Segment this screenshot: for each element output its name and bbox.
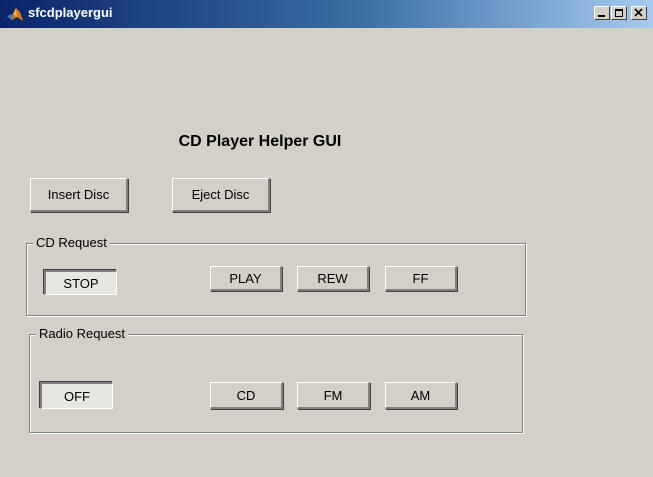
cd-request-label: CD Request	[33, 235, 110, 250]
cd-stop-button[interactable]: STOP	[44, 270, 117, 295]
eject-disc-button[interactable]: Eject Disc	[172, 178, 270, 212]
title-bar[interactable]: sfcdplayergui	[0, 0, 653, 28]
matlab-icon	[6, 6, 24, 22]
minimize-button[interactable]	[594, 6, 610, 20]
insert-disc-button[interactable]: Insert Disc	[30, 178, 128, 212]
cd-rew-button[interactable]: REW	[297, 266, 369, 291]
radio-request-label: Radio Request	[36, 326, 128, 341]
radio-am-button[interactable]: AM	[385, 382, 457, 409]
close-button[interactable]	[631, 6, 647, 20]
page-title: CD Player Helper GUI	[178, 133, 342, 150]
radio-off-button[interactable]: OFF	[40, 382, 113, 409]
radio-cd-button[interactable]: CD	[210, 382, 283, 409]
radio-fm-button[interactable]: FM	[297, 382, 370, 409]
app-window: sfcdplayergui CD Player Helper GUI Inser…	[0, 0, 653, 477]
maximize-button[interactable]	[611, 6, 627, 20]
cd-play-button[interactable]: PLAY	[210, 266, 282, 291]
cd-ff-button[interactable]: FF	[385, 266, 457, 291]
window-title: sfcdplayergui	[28, 5, 113, 20]
